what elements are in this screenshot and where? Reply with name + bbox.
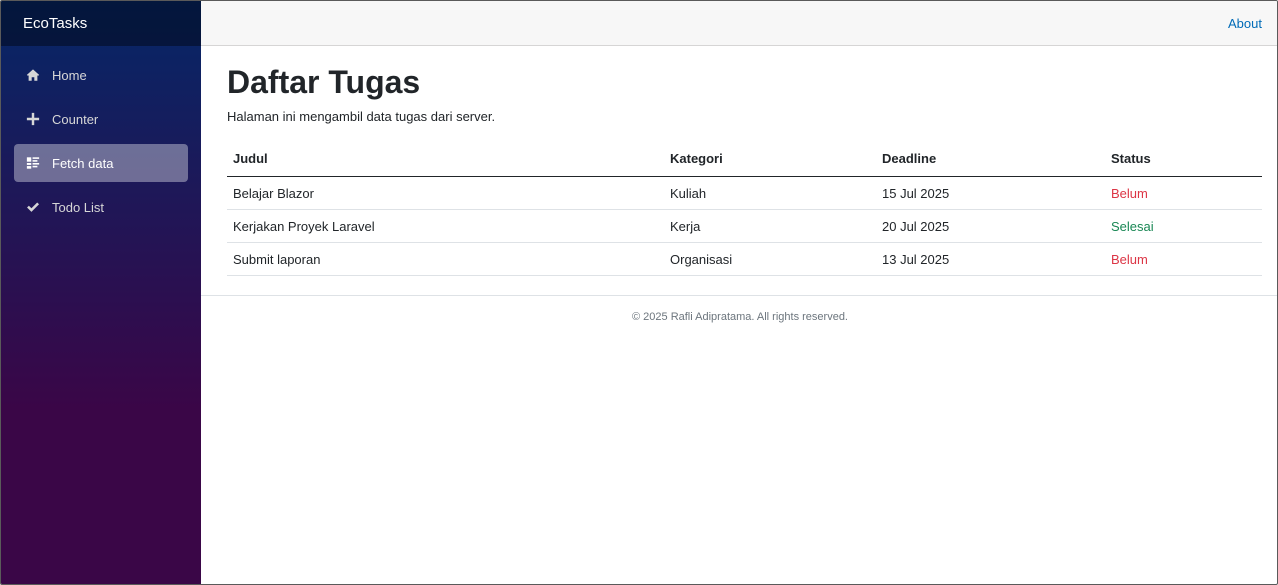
top-row: About	[201, 1, 1277, 46]
table-body: Belajar Blazor Kuliah 15 Jul 2025 Belum …	[227, 176, 1262, 276]
brand-link[interactable]: EcoTasks	[23, 15, 87, 32]
plus-icon	[26, 112, 40, 126]
table-row: Kerjakan Proyek Laravel Kerja 20 Jul 202…	[227, 209, 1262, 243]
cell-judul: Submit laporan	[227, 242, 664, 276]
sidebar-item-label: Counter	[52, 111, 99, 127]
cell-judul: Belajar Blazor	[227, 176, 664, 210]
footer-text: © 2025 Rafli Adipratama. All rights rese…	[632, 311, 848, 323]
sidebar-item-home: Home	[1, 56, 201, 95]
table-row: Submit laporan Organisasi 13 Jul 2025 Be…	[227, 242, 1262, 276]
column-header-judul: Judul	[227, 141, 664, 177]
cell-deadline: 15 Jul 2025	[876, 176, 1105, 210]
nav-link-home[interactable]: Home	[14, 56, 188, 94]
cell-status: Belum	[1105, 242, 1262, 276]
table-header: Judul Kategori Deadline Status	[227, 141, 1262, 177]
check-icon	[26, 200, 40, 214]
sidebar-item-counter: Counter	[1, 100, 201, 139]
column-header-kategori: Kategori	[664, 141, 876, 177]
page-content: Daftar Tugas Halaman ini mengambil data …	[201, 46, 1277, 276]
page-title: Daftar Tugas	[227, 64, 421, 100]
cell-kategori: Kuliah	[664, 176, 876, 210]
sidebar-item-label: Home	[52, 67, 87, 83]
cell-status: Selesai	[1105, 209, 1262, 243]
tasks-table: Judul Kategori Deadline Status Belajar B…	[227, 141, 1262, 276]
brand-bar: EcoTasks	[1, 1, 201, 46]
table-row: Belajar Blazor Kuliah 15 Jul 2025 Belum	[227, 176, 1262, 210]
nav-link-counter[interactable]: Counter	[14, 100, 188, 138]
column-header-status: Status	[1105, 141, 1262, 177]
main-area: About Daftar Tugas Halaman ini mengambil…	[201, 1, 1277, 584]
table-header-row: Judul Kategori Deadline Status	[227, 141, 1262, 177]
sidebar-item-fetch-data: Fetch data	[1, 144, 201, 183]
cell-status: Belum	[1105, 176, 1262, 210]
sidebar-nav: Home Counter Fetch data Todo List	[1, 46, 201, 227]
cell-deadline: 20 Jul 2025	[876, 209, 1105, 243]
cell-judul: Kerjakan Proyek Laravel	[227, 209, 664, 243]
about-link[interactable]: About	[1228, 16, 1262, 31]
cell-kategori: Kerja	[664, 209, 876, 243]
list-icon	[26, 156, 40, 170]
sidebar: EcoTasks Home Counter Fetch data Todo Li…	[1, 1, 201, 584]
column-header-deadline: Deadline	[876, 141, 1105, 177]
cell-kategori: Organisasi	[664, 242, 876, 276]
sidebar-item-todo-list: Todo List	[1, 188, 201, 227]
page-description: Halaman ini mengambil data tugas dari se…	[227, 109, 496, 124]
sidebar-item-label: Todo List	[52, 199, 105, 215]
footer: © 2025 Rafli Adipratama. All rights rese…	[201, 296, 1277, 323]
app-window: EcoTasks Home Counter Fetch data Todo Li…	[0, 0, 1278, 585]
sidebar-item-label: Fetch data	[52, 155, 114, 171]
home-icon	[26, 68, 40, 82]
cell-deadline: 13 Jul 2025	[876, 242, 1105, 276]
nav-link-fetch-data[interactable]: Fetch data	[14, 144, 188, 182]
nav-link-todo-list[interactable]: Todo List	[14, 188, 188, 226]
